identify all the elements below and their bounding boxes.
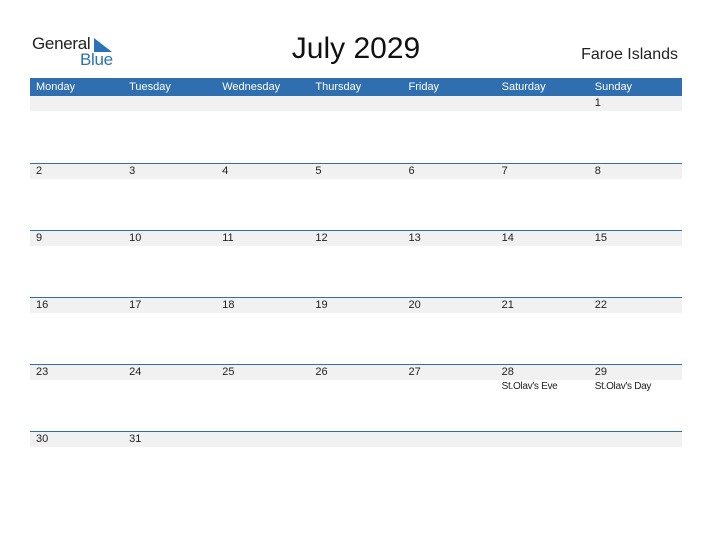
day-number: 1 <box>594 97 601 109</box>
day-number: 6 <box>408 165 415 177</box>
day-number: 23 <box>36 366 49 378</box>
day-cell: 21 <box>496 298 589 313</box>
weekday-sunday: Sunday <box>594 81 633 93</box>
weekday-monday: Monday <box>36 81 76 93</box>
holiday-label: St.Olav's Eve <box>501 381 558 392</box>
day-cell: 30 <box>30 432 123 447</box>
weekday-thursday: Thursday <box>315 81 362 93</box>
weekday-friday: Friday <box>408 81 440 93</box>
day-number: 20 <box>408 299 421 311</box>
day-number: 12 <box>315 232 328 244</box>
day-number: 18 <box>222 299 235 311</box>
weekday-wednesday: Wednesday <box>222 81 281 93</box>
day-number: 25 <box>222 366 235 378</box>
weekday-saturday: Saturday <box>501 81 546 93</box>
day-cell: 4 <box>216 164 309 179</box>
day-cell: 8 <box>589 164 682 179</box>
day-cell: 23 <box>30 365 123 380</box>
day-cell: 11 <box>216 231 309 246</box>
day-cell: 28 St.Olav's Eve <box>496 365 589 392</box>
day-cell: 13 <box>403 231 496 246</box>
day-cell <box>30 96 123 111</box>
day-cell: 22 <box>589 298 682 313</box>
weeks-container: 1 2 3 4 5 6 7 8 9 10 11 12 13 14 15 16 17 18 19 20 21 22 23 24 2… <box>30 96 682 498</box>
weekday-tuesday: Tuesday <box>129 81 171 93</box>
day-number: 15 <box>594 232 607 244</box>
day-number: 29 <box>594 366 607 378</box>
day-number: 5 <box>315 165 322 177</box>
day-cell: 3 <box>123 164 216 179</box>
day-number: 26 <box>315 366 328 378</box>
week-row: 16 17 18 19 20 21 22 <box>30 297 682 364</box>
day-cell: 26 <box>309 365 402 380</box>
day-cell: 5 <box>309 164 402 179</box>
day-cell: 29 St.Olav's Day <box>589 365 682 392</box>
day-cell: 27 <box>403 365 496 380</box>
day-cell <box>496 96 589 111</box>
day-number: 9 <box>36 232 43 244</box>
day-number: 22 <box>594 299 607 311</box>
day-cell <box>309 96 402 111</box>
date-strip: 30 31 <box>30 432 682 447</box>
day-cell: 7 <box>496 164 589 179</box>
holiday-label: St.Olav's Day <box>594 381 652 392</box>
day-cell: 12 <box>309 231 402 246</box>
date-strip: 16 17 18 19 20 21 22 <box>30 298 682 313</box>
day-number: 4 <box>222 165 229 177</box>
day-number: 10 <box>129 232 142 244</box>
day-number: 17 <box>129 299 142 311</box>
day-cell: 2 <box>30 164 123 179</box>
country-label: Faroe Islands <box>581 46 678 63</box>
day-cell <box>589 432 682 447</box>
day-number: 19 <box>315 299 328 311</box>
date-strip: 9 10 11 12 13 14 15 <box>30 231 682 246</box>
day-cell <box>123 96 216 111</box>
day-cell: 16 <box>30 298 123 313</box>
day-number: 14 <box>501 232 514 244</box>
day-cell: 6 <box>403 164 496 179</box>
date-strip: 1 <box>30 96 682 111</box>
weekday-header: Monday Tuesday Wednesday Thursday Friday… <box>30 78 682 96</box>
day-number: 3 <box>129 165 136 177</box>
day-cell: 18 <box>216 298 309 313</box>
day-number: 2 <box>36 165 43 177</box>
day-number: 21 <box>501 299 514 311</box>
day-cell: 1 <box>589 96 682 111</box>
day-number: 11 <box>222 232 234 244</box>
day-cell: 14 <box>496 231 589 246</box>
day-cell: 10 <box>123 231 216 246</box>
day-number: 28 <box>501 366 514 378</box>
week-row: 1 <box>30 96 682 163</box>
day-cell: 9 <box>30 231 123 246</box>
day-number: 30 <box>36 433 49 445</box>
day-cell: 31 <box>123 432 216 447</box>
day-cell: 20 <box>403 298 496 313</box>
day-cell <box>403 432 496 447</box>
day-cell <box>309 432 402 447</box>
day-cell: 24 <box>123 365 216 380</box>
date-strip: 2 3 4 5 6 7 8 <box>30 164 682 179</box>
week-row: 2 3 4 5 6 7 8 <box>30 163 682 230</box>
day-cell <box>216 432 309 447</box>
day-number: 27 <box>408 366 421 378</box>
date-strip: 23 24 25 26 27 28 St.Olav's Eve 29 St.Olav's Day <box>30 365 682 392</box>
day-number: 24 <box>129 366 142 378</box>
day-cell <box>496 432 589 447</box>
day-number: 16 <box>36 299 49 311</box>
day-cell: 19 <box>309 298 402 313</box>
day-number: 7 <box>501 165 508 177</box>
week-row: 23 24 25 26 27 28 St.Olav's Eve 29 St.Olav's Day <box>30 364 682 431</box>
day-number: 8 <box>594 165 601 177</box>
calendar: Monday Tuesday Wednesday Thursday Friday… <box>30 78 682 498</box>
day-number: 31 <box>129 433 142 445</box>
day-cell: 15 <box>589 231 682 246</box>
week-row: 9 10 11 12 13 14 15 <box>30 230 682 297</box>
day-cell: 17 <box>123 298 216 313</box>
day-number: 13 <box>408 232 421 244</box>
day-cell: 25 <box>216 365 309 380</box>
day-cell <box>403 96 496 111</box>
day-cell <box>216 96 309 111</box>
week-row: 30 31 <box>30 431 682 498</box>
